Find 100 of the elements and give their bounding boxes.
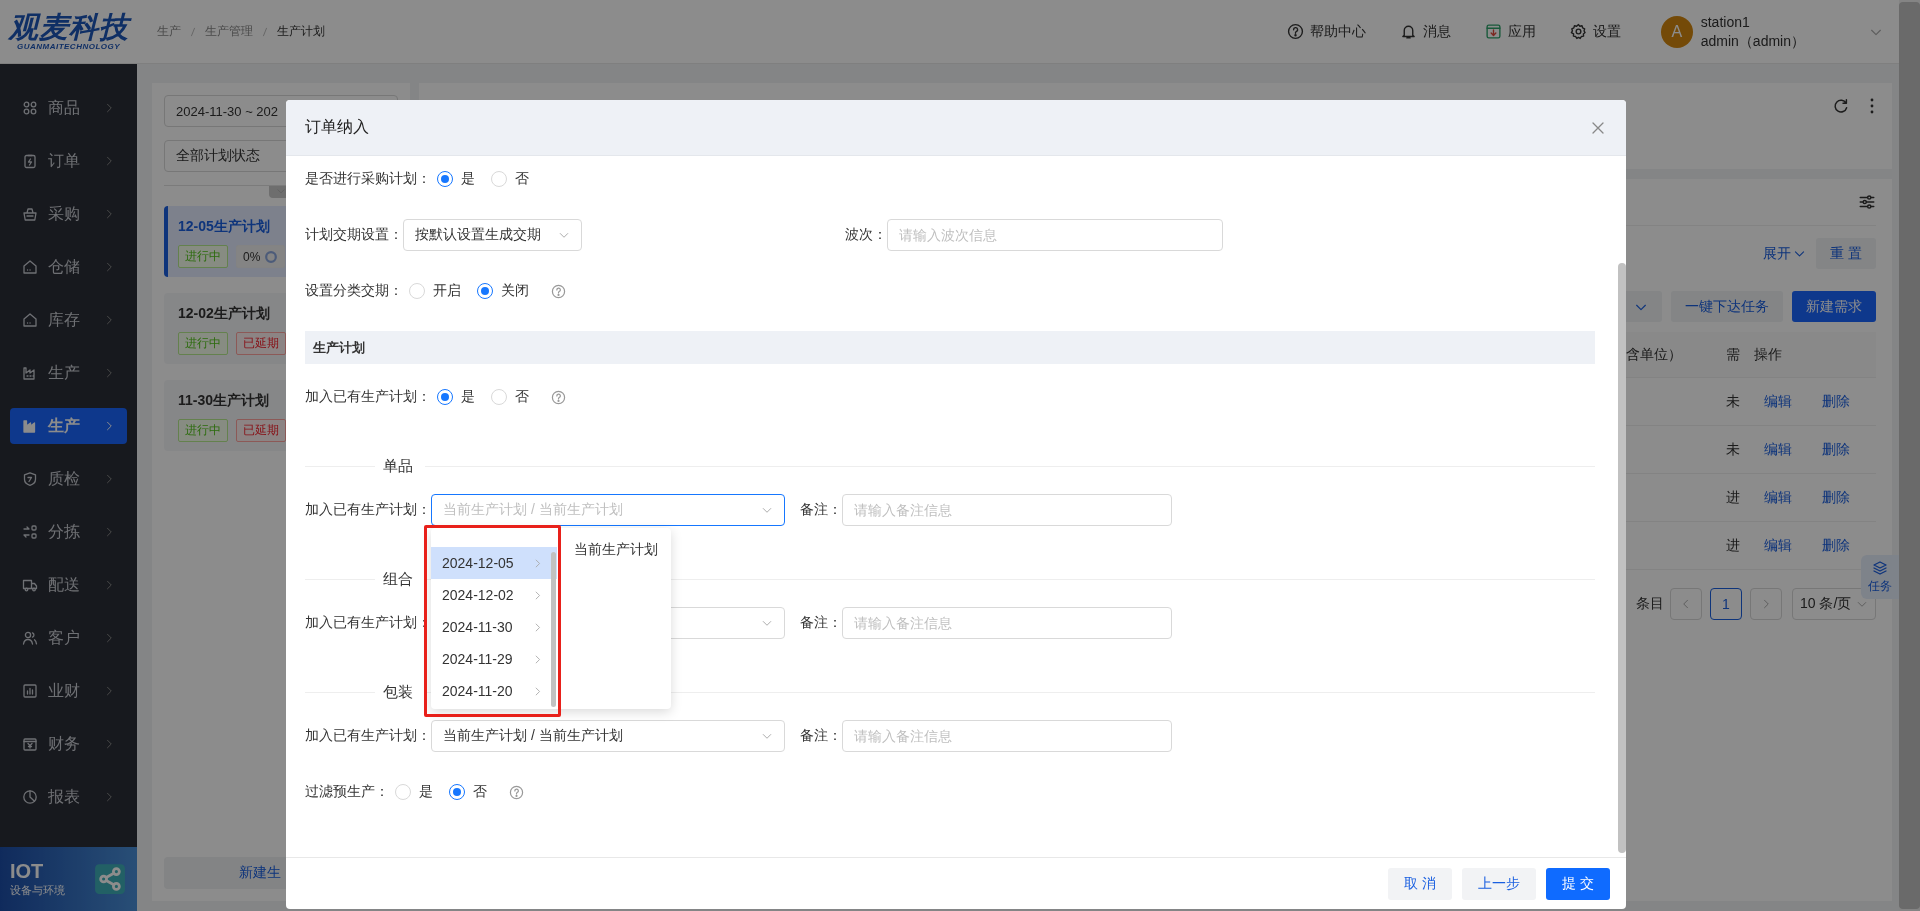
avatar[interactable]: A: [1660, 15, 1693, 48]
scrollbar[interactable]: [1618, 263, 1626, 853]
batch-task-button[interactable]: 一键下达任务: [1671, 291, 1783, 322]
cascader-option[interactable]: 2024-11-30: [431, 611, 557, 643]
iot-banner[interactable]: IOT 设备与环境: [0, 847, 137, 911]
plan-title: 11-30生产计划: [178, 392, 270, 410]
radio-option[interactable]: 否: [491, 170, 529, 188]
cascader-select[interactable]: 当前生产计划 / 当前生产计划: [431, 720, 785, 752]
sliders-icon: [1858, 193, 1876, 211]
radio-option[interactable]: 是: [437, 388, 475, 406]
reset-button[interactable]: 重 置: [1816, 238, 1876, 269]
input-field[interactable]: 请输入波次信息: [887, 219, 1223, 251]
station-name: station1: [1700, 12, 1751, 32]
edit-link[interactable]: 编辑: [1764, 440, 1792, 459]
note-input[interactable]: 请输入备注信息: [842, 494, 1172, 526]
radio-option[interactable]: 是: [437, 170, 475, 188]
field-label: 过滤预生产：: [305, 783, 389, 801]
select-field[interactable]: 按默认设置生成交期: [403, 219, 582, 251]
delete-link[interactable]: 删除: [1822, 392, 1850, 411]
footer-button[interactable]: 取 消: [1388, 867, 1453, 900]
sidebar-item[interactable]: 生产: [10, 355, 127, 391]
radio-option[interactable]: 关闭: [477, 282, 529, 300]
cascader-option[interactable]: 2024-11-20: [431, 675, 557, 707]
new-demand-button[interactable]: 新建需求: [1792, 291, 1876, 322]
sidebar-item[interactable]: 报表: [10, 779, 127, 815]
cascader-option[interactable]: 当前生产计划: [557, 534, 671, 566]
share-icon: [93, 862, 127, 896]
clipboard-icon: [22, 153, 38, 169]
cascader-option[interactable]: 2024-12-05: [431, 547, 557, 579]
header-action[interactable]: 设置: [1569, 22, 1621, 41]
bar-chart-icon: [22, 683, 38, 699]
basket-icon: [22, 206, 38, 222]
sidebar-item[interactable]: 财务: [10, 726, 127, 762]
header-action[interactable]: 应用: [1484, 22, 1536, 41]
help-icon: [1286, 23, 1304, 40]
note-input[interactable]: 请输入备注信息: [842, 607, 1172, 639]
user-name: admin（admin）: [1700, 31, 1805, 51]
plan-title: 12-05生产计划: [178, 218, 270, 236]
delete-link[interactable]: 删除: [1822, 440, 1850, 459]
next-page-button[interactable]: [1750, 588, 1782, 620]
radio-option[interactable]: 是: [395, 783, 433, 801]
cascader-option[interactable]: 2024-11-29: [431, 643, 557, 675]
breadcrumb-item: 生产计划: [277, 23, 325, 40]
factory-icon: [22, 418, 38, 434]
breadcrumb-item[interactable]: 生产: [157, 23, 181, 40]
table-cell: 进: [1726, 522, 1750, 570]
footer-button[interactable]: 上一步: [1462, 867, 1537, 900]
status-tag: 进行中: [178, 419, 228, 442]
field-label: 加入已有生产计划：: [305, 501, 431, 519]
submit-button[interactable]: 提 交: [1546, 867, 1610, 900]
layers-icon: [1872, 559, 1888, 576]
sidebar-item[interactable]: 商品: [10, 90, 127, 126]
sidebar-item[interactable]: 采购: [10, 196, 127, 232]
table-cell: 未: [1726, 378, 1750, 426]
sidebar-item[interactable]: 分拣: [10, 514, 127, 550]
people-icon: [22, 630, 38, 646]
sidebar-item[interactable]: 业财: [10, 673, 127, 709]
header-action[interactable]: 帮助中心: [1286, 22, 1366, 41]
sidebar-item[interactable]: 质检: [10, 461, 127, 497]
radio-option[interactable]: 否: [491, 388, 529, 406]
page-button[interactable]: 1: [1710, 588, 1742, 620]
sidebar-item[interactable]: 仓储: [10, 249, 127, 285]
edit-link[interactable]: 编辑: [1764, 536, 1792, 555]
table-cell: 进: [1726, 474, 1750, 522]
delete-link[interactable]: 删除: [1822, 488, 1850, 507]
note-input[interactable]: 请输入备注信息: [842, 720, 1172, 752]
settings-icon: [1569, 23, 1587, 40]
plan-title: 12-02生产计划: [178, 305, 270, 323]
more-icon: [1870, 98, 1874, 114]
delete-link[interactable]: 删除: [1822, 536, 1850, 555]
header-action[interactable]: 消息: [1399, 22, 1451, 41]
expand-link[interactable]: 展开: [1763, 244, 1806, 263]
sidebar-item[interactable]: 配送: [10, 567, 127, 603]
bell-icon: [1399, 23, 1417, 40]
group-title: 包装: [382, 682, 414, 702]
radio-option[interactable]: 开启: [409, 282, 461, 300]
edit-link[interactable]: 编辑: [1764, 392, 1792, 411]
house-icon: [22, 259, 38, 275]
field-label: 波次：: [845, 226, 887, 244]
breadcrumb-item[interactable]: 生产管理: [205, 23, 253, 40]
progress-text: 0%: [243, 249, 261, 264]
field-label: 加入已有生产计划：: [305, 614, 431, 632]
sidebar-item[interactable]: 订单: [10, 143, 127, 179]
cash-box-icon: [22, 736, 38, 752]
cascader-select[interactable]: 当前生产计划 / 当前生产计划: [431, 494, 785, 526]
delay-tag: 已延期: [236, 332, 286, 355]
edit-link[interactable]: 编辑: [1764, 488, 1792, 507]
group-title: 组合: [382, 569, 414, 589]
cascader-option[interactable]: 2024-12-02: [431, 579, 557, 611]
radio-option[interactable]: 否: [449, 783, 487, 801]
arrows-icon: [22, 524, 38, 540]
scrollbar[interactable]: [1899, 0, 1920, 911]
prev-page-button[interactable]: [1670, 588, 1702, 620]
sidebar-item[interactable]: 库存: [10, 302, 127, 338]
task-button[interactable]: 任务: [1861, 555, 1899, 599]
sidebar-item[interactable]: 客户: [10, 620, 127, 656]
sidebar-item[interactable]: 生产: [10, 408, 127, 444]
iot-subtitle: 设备与环境: [10, 883, 66, 898]
scrollbar[interactable]: [551, 552, 556, 707]
iot-title: IOT: [10, 860, 45, 883]
